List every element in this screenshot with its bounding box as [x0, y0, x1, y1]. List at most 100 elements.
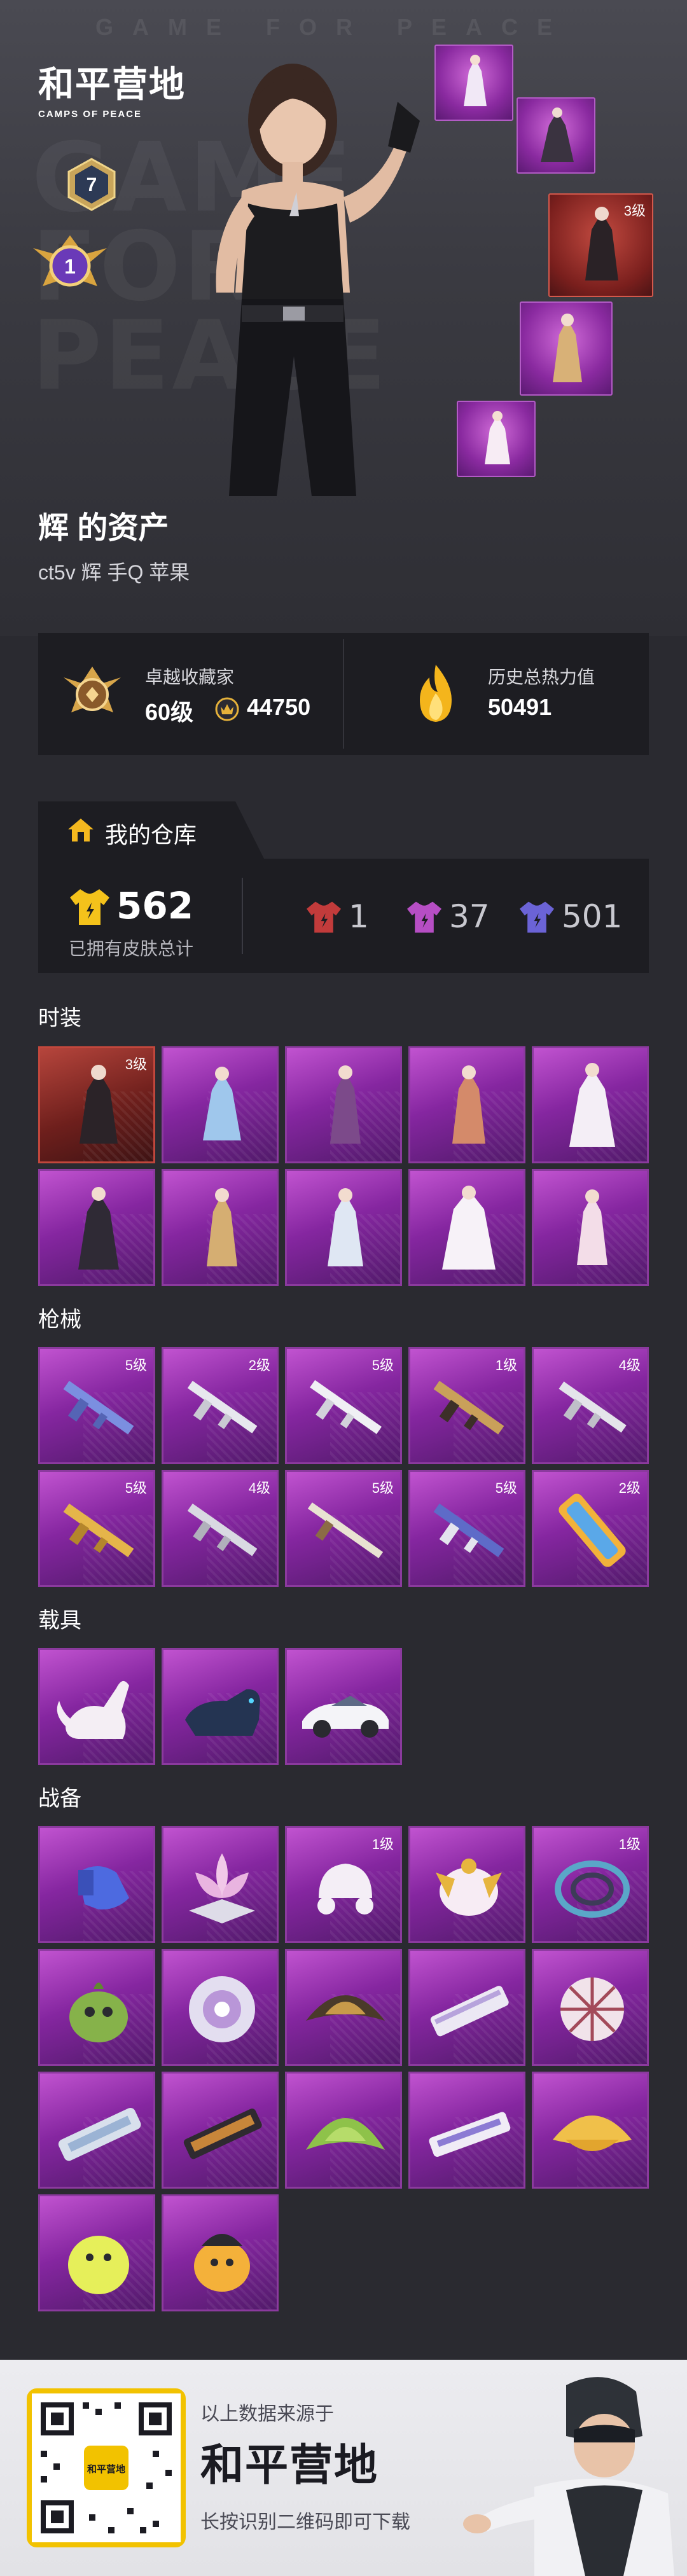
qr-center-logo: 和平营地	[87, 2463, 125, 2475]
rank-badge-icon: 7	[67, 158, 116, 211]
item-level: 4级	[248, 1480, 270, 1496]
gear-item[interactable]	[38, 1826, 155, 1943]
footer-logo: 和平营地	[200, 2441, 379, 2491]
flame-icon	[420, 665, 452, 722]
item-level: 3级	[125, 1056, 147, 1072]
vehicle-item[interactable]	[285, 1648, 402, 1765]
soldier-mascot-illustration	[463, 2377, 674, 2576]
gear-item[interactable]	[408, 1949, 525, 2066]
rarity-red-count: 1	[349, 898, 369, 935]
collector-level: 60级	[145, 699, 194, 725]
owner-subtitle: ct5v 辉 手Q 苹果	[38, 561, 190, 584]
gun-item[interactable]: 5级	[38, 1470, 155, 1587]
rarity-blue-count: 501	[562, 898, 623, 935]
outfit-item[interactable]	[285, 1169, 402, 1286]
outfit-item[interactable]	[532, 1046, 649, 1163]
gun-item[interactable]: 1级	[408, 1347, 525, 1464]
warehouse-summary: 562 已拥有皮肤总计 1 37 501	[38, 859, 649, 973]
item-level: 2级	[248, 1357, 270, 1373]
footer-source-text: 以上数据来源于	[200, 2404, 334, 2425]
outfit-item[interactable]	[408, 1046, 525, 1163]
shirt-red-icon	[307, 901, 341, 933]
gun-item[interactable]: 4级	[532, 1347, 649, 1464]
rank-badge-number: 7	[87, 174, 97, 195]
collector-badge-icon	[64, 667, 121, 712]
gun-item[interactable]: 4级	[162, 1470, 279, 1587]
gun-item[interactable]: 5级	[285, 1470, 402, 1587]
gear-item[interactable]	[162, 1826, 279, 1943]
gear-item[interactable]	[38, 2194, 155, 2311]
total-skins-label: 已拥有皮肤总计	[69, 939, 194, 959]
gear-item[interactable]	[162, 2072, 279, 2189]
collector-stat[interactable]: 卓越收藏家 60级 44750	[38, 633, 344, 755]
featured-skin-thumb[interactable]	[457, 401, 536, 477]
item-level: 5级	[495, 1480, 517, 1496]
item-level: 1级	[371, 1836, 394, 1852]
warehouse-tab[interactable]: 我的仓库	[38, 801, 264, 859]
gear-item[interactable]	[162, 1949, 279, 2066]
qr-code[interactable]: 和平营地	[27, 2388, 186, 2547]
tier-badge-icon: 1	[33, 235, 107, 287]
shirt-purple-icon	[407, 901, 441, 933]
featured-skin-thumb[interactable]	[517, 97, 595, 174]
gear-item[interactable]	[38, 1949, 155, 2066]
warehouse-tab-label: 我的仓库	[105, 822, 197, 848]
gun-item[interactable]: 2级	[162, 1347, 279, 1464]
tier-badge-number: 1	[64, 255, 76, 278]
gear-item[interactable]	[408, 2072, 525, 2189]
gun-item[interactable]: 5级	[408, 1470, 525, 1587]
collector-points: 44750	[247, 694, 311, 720]
owner-title: 辉 的资产	[38, 511, 169, 545]
item-level: 4级	[618, 1357, 641, 1373]
heat-stat[interactable]: 历史总热力值 50491	[344, 633, 649, 755]
outfit-item[interactable]	[162, 1169, 279, 1286]
item-level: 5级	[371, 1357, 394, 1373]
stats-panel: 卓越收藏家 60级 44750 历史总热力值 50491	[38, 633, 649, 755]
featured-skin-thumb[interactable]	[434, 45, 513, 121]
gear-item[interactable]	[532, 1949, 649, 2066]
total-skins-count: 562	[116, 884, 194, 927]
outfit-item[interactable]	[408, 1169, 525, 1286]
section-title-outfits: 时装	[38, 1006, 81, 1030]
home-icon	[68, 819, 94, 841]
item-level: 5级	[125, 1357, 147, 1373]
gear-item[interactable]	[162, 2194, 279, 2311]
qr-code-icon: 和平营地	[32, 2393, 181, 2542]
featured-thumb-level: 3级	[623, 203, 646, 219]
hero-banner: GAME FOR PEACE GAME FOR PEACE 和平营地 CAMPS…	[0, 0, 687, 636]
gun-item[interactable]: 2级	[532, 1470, 649, 1587]
gear-item[interactable]	[38, 2072, 155, 2189]
gear-item[interactable]	[532, 2072, 649, 2189]
gun-item[interactable]: 5级	[285, 1347, 402, 1464]
gear-item[interactable]: 1级	[285, 1826, 402, 1943]
heat-value: 50491	[488, 694, 552, 720]
outfit-item[interactable]	[285, 1046, 402, 1163]
outfit-item[interactable]	[162, 1046, 279, 1163]
featured-skin-thumb[interactable]	[520, 301, 613, 396]
collector-label: 卓越收藏家	[145, 667, 235, 687]
item-level: 1级	[495, 1357, 517, 1373]
item-level: 5级	[125, 1480, 147, 1496]
item-level: 5级	[371, 1480, 394, 1496]
warehouse-divider	[242, 878, 243, 954]
section-title-vehicles: 载具	[38, 1609, 81, 1633]
outfit-item[interactable]	[532, 1169, 649, 1286]
character-illustration	[216, 64, 420, 496]
outfit-item[interactable]: 3级	[38, 1046, 155, 1163]
footer-download-banner: 和平营地 以上数据来源于 和平营地 长按识别二维码即可下载	[0, 2360, 687, 2576]
vehicle-item[interactable]	[38, 1648, 155, 1765]
points-coin-icon	[215, 697, 239, 721]
rarity-purple-count: 37	[449, 898, 490, 935]
item-level: 1级	[618, 1836, 641, 1852]
gear-item[interactable]: 1级	[532, 1826, 649, 1943]
featured-skin-thumb[interactable]: 3级	[548, 193, 653, 297]
gun-item[interactable]: 5级	[38, 1347, 155, 1464]
gear-item[interactable]	[285, 1949, 402, 2066]
outfit-item[interactable]	[38, 1169, 155, 1286]
vehicle-item[interactable]	[162, 1648, 279, 1765]
gear-item[interactable]	[408, 1826, 525, 1943]
gear-item[interactable]	[285, 2072, 402, 2189]
shirt-gold-icon	[70, 889, 109, 925]
section-title-gear: 战备	[38, 1787, 81, 1811]
heat-label: 历史总热力值	[488, 667, 595, 687]
